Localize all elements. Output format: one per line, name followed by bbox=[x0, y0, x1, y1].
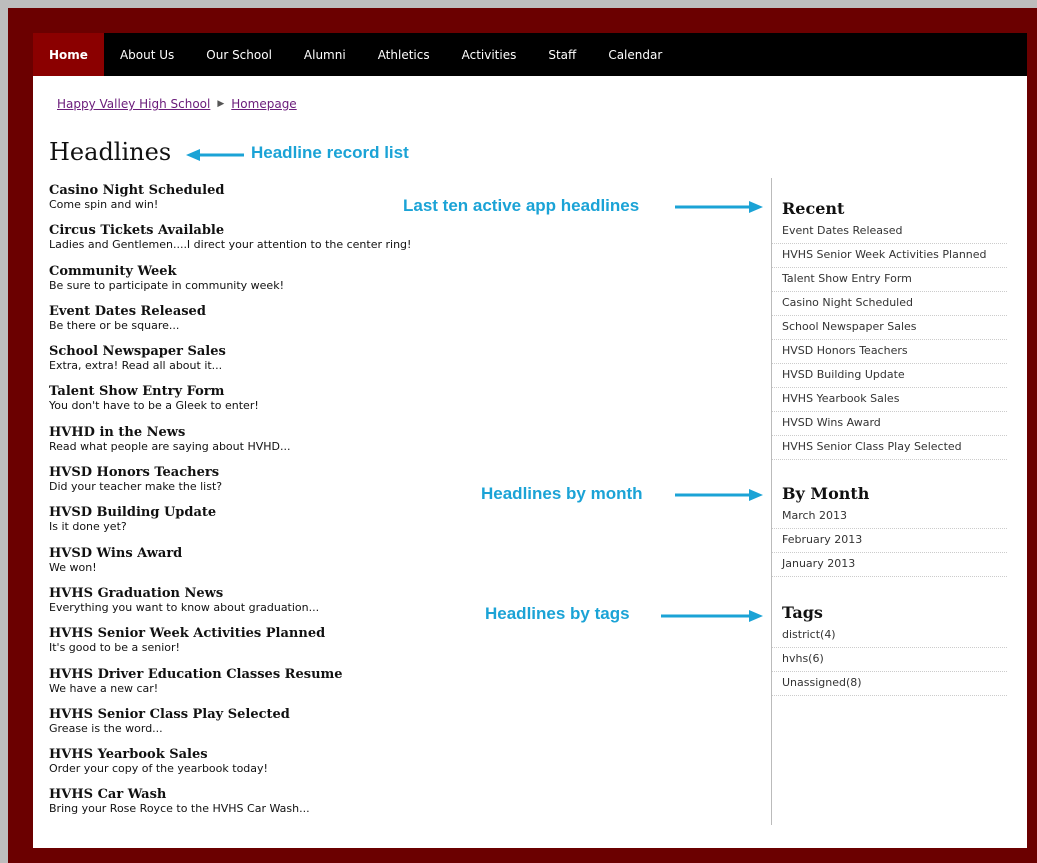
headline-item: HVSD Wins Award We won! bbox=[49, 546, 749, 586]
headline-item: HVHS Yearbook Sales Order your copy of th… bbox=[49, 747, 749, 787]
headline-title[interactable]: HVHS Yearbook Sales bbox=[49, 747, 749, 762]
headline-summary: Did your teacher make the list? bbox=[49, 480, 223, 494]
headline-item: HVSD Building Update Is it done yet? bbox=[49, 505, 749, 545]
annotation-last-ten: Last ten active app headlines bbox=[403, 196, 640, 215]
tag-item[interactable]: hvhs(6) bbox=[772, 648, 1007, 672]
recent-item[interactable]: HVSD Building Update bbox=[772, 364, 1007, 388]
recent-heading: Recent bbox=[782, 199, 845, 218]
headline-item: Event Dates Released Be there or be squar… bbox=[49, 304, 749, 344]
arrow-icon bbox=[661, 610, 763, 622]
nav-item-about-us[interactable]: About Us bbox=[104, 33, 190, 76]
sidebar: Recent Event Dates Released HVHS Senior … bbox=[771, 178, 1007, 825]
headline-summary: Grease is the word... bbox=[49, 721, 163, 735]
headline-item: Casino Night Scheduled Come spin and win! bbox=[49, 183, 749, 223]
recent-item[interactable]: Talent Show Entry Form bbox=[772, 268, 1007, 292]
nav-item-alumni[interactable]: Alumni bbox=[288, 33, 362, 76]
nav-item-home[interactable]: Home bbox=[33, 33, 104, 76]
recent-section: Recent Event Dates Released HVHS Senior … bbox=[772, 199, 1007, 460]
headline-item: HVSD Honors Teachers Did your teacher mak… bbox=[49, 465, 749, 505]
headline-summary: Extra, extra! Read all about it... bbox=[49, 359, 223, 373]
headline-item: HVHS Senior Week Activities Planned It's … bbox=[49, 626, 749, 666]
page-title: Headlines bbox=[49, 138, 172, 166]
headline-summary: Is it done yet? bbox=[49, 520, 127, 534]
triangle-right-icon: ▶ bbox=[217, 99, 225, 109]
headline-item: HVHS Driver Education Classes Resume We h… bbox=[49, 667, 749, 707]
month-item[interactable]: March 2013 bbox=[772, 505, 1007, 529]
headline-title[interactable]: HVHS Driver Education Classes Resume bbox=[49, 667, 749, 682]
tags-heading: Tags bbox=[782, 603, 823, 622]
headline-summary: Bring your Rose Royce to the HVHS Car Wa… bbox=[49, 802, 310, 816]
nav-item-athletics[interactable]: Athletics bbox=[362, 33, 446, 76]
breadcrumb-link-school[interactable]: Happy Valley High School bbox=[57, 97, 210, 111]
annotation-headline-record-list: Headline record list bbox=[251, 143, 409, 162]
arrow-icon bbox=[675, 201, 763, 213]
headline-item: HVHS Car Wash Bring your Rose Royce to th… bbox=[49, 787, 749, 827]
headline-item: HVHS Senior Class Play Selected Grease is… bbox=[49, 707, 749, 747]
nav-item-activities[interactable]: Activities bbox=[446, 33, 533, 76]
headline-title[interactable]: HVHS Senior Week Activities Planned bbox=[49, 626, 749, 641]
headline-summary: We have a new car! bbox=[49, 681, 159, 695]
page-frame: Home About Us Our School Alumni Athletic… bbox=[8, 8, 1037, 863]
tags-section: Tags district(4) hvhs(6) Unassigned(8) bbox=[772, 603, 1007, 696]
headline-item: Talent Show Entry Form You don't have to … bbox=[49, 384, 749, 424]
annotation-by-month: Headlines by month bbox=[481, 484, 643, 503]
recent-item[interactable]: HVHS Senior Class Play Selected bbox=[772, 436, 1007, 460]
recent-item[interactable]: HVHS Yearbook Sales bbox=[772, 388, 1007, 412]
tag-item[interactable]: district(4) bbox=[772, 624, 1007, 648]
headline-title[interactable]: Community Week bbox=[49, 264, 749, 279]
headline-item: School Newspaper Sales Extra, extra! Read… bbox=[49, 344, 749, 384]
month-item[interactable]: February 2013 bbox=[772, 529, 1007, 553]
headline-summary: Be there or be square... bbox=[49, 318, 180, 332]
headline-summary: Come spin and win! bbox=[49, 198, 159, 211]
recent-item[interactable]: Casino Night Scheduled bbox=[772, 292, 1007, 316]
headline-title[interactable]: HVSD Honors Teachers bbox=[49, 465, 749, 480]
headline-item: HVHS Graduation News Everything you want … bbox=[49, 586, 749, 626]
headline-title[interactable]: HVSD Building Update bbox=[49, 505, 749, 520]
annotation-by-tags: Headlines by tags bbox=[485, 604, 630, 623]
main-nav: Home About Us Our School Alumni Athletic… bbox=[33, 33, 1027, 76]
by-month-section: By Month March 2013 February 2013 Januar… bbox=[772, 484, 1007, 577]
headline-item: HVHD in the News Read what people are say… bbox=[49, 425, 749, 465]
headline-title[interactable]: HVHD in the News bbox=[49, 425, 749, 440]
nav-item-staff[interactable]: Staff bbox=[532, 33, 592, 76]
tag-item[interactable]: Unassigned(8) bbox=[772, 672, 1007, 696]
headline-title[interactable]: Circus Tickets Available bbox=[49, 223, 749, 238]
headline-summary: We won! bbox=[49, 560, 97, 574]
breadcrumb-link-homepage[interactable]: Homepage bbox=[231, 97, 296, 111]
headline-summary: Ladies and Gentlemen....I direct your at… bbox=[49, 238, 412, 252]
headline-title[interactable]: HVHS Graduation News bbox=[49, 586, 749, 601]
breadcrumb: Happy Valley High School ▶ Homepage bbox=[57, 97, 297, 111]
headline-title[interactable]: HVHS Senior Class Play Selected bbox=[49, 707, 749, 722]
headline-title[interactable]: Talent Show Entry Form bbox=[49, 384, 749, 399]
month-item[interactable]: January 2013 bbox=[772, 553, 1007, 577]
headline-summary: It's good to be a senior! bbox=[49, 641, 180, 655]
headline-title[interactable]: School Newspaper Sales bbox=[49, 344, 749, 359]
headline-summary: Order your copy of the yearbook today! bbox=[49, 762, 268, 776]
headline-title[interactable]: Event Dates Released bbox=[49, 304, 749, 319]
arrow-icon bbox=[675, 489, 763, 501]
headline-item: Circus Tickets Available Ladies and Gentl… bbox=[49, 223, 749, 263]
headline-list: Casino Night Scheduled Come spin and win!… bbox=[49, 183, 749, 828]
recent-item[interactable]: School Newspaper Sales bbox=[772, 316, 1007, 340]
headline-title[interactable]: HVSD Wins Award bbox=[49, 546, 749, 561]
headline-title[interactable]: Casino Night Scheduled bbox=[49, 183, 749, 198]
headline-summary: Read what people are saying about HVHD..… bbox=[49, 439, 291, 453]
by-month-heading: By Month bbox=[782, 484, 870, 503]
headline-summary: You don't have to be a Gleek to enter! bbox=[49, 399, 259, 413]
recent-item[interactable]: HVHS Senior Week Activities Planned bbox=[772, 244, 1007, 268]
recent-item[interactable]: HVSD Wins Award bbox=[772, 412, 1007, 436]
recent-item[interactable]: HVSD Honors Teachers bbox=[772, 340, 1007, 364]
arrow-icon bbox=[186, 149, 244, 161]
recent-item[interactable]: Event Dates Released bbox=[772, 220, 1007, 244]
page-content: Home About Us Our School Alumni Athletic… bbox=[33, 33, 1027, 848]
nav-item-calendar[interactable]: Calendar bbox=[592, 33, 678, 76]
headline-item: Community Week Be sure to participate in … bbox=[49, 264, 749, 304]
headline-title[interactable]: HVHS Car Wash bbox=[49, 787, 749, 802]
nav-item-our-school[interactable]: Our School bbox=[190, 33, 288, 76]
headline-summary: Be sure to participate in community week… bbox=[49, 278, 284, 292]
headline-summary: Everything you want to know about gradua… bbox=[49, 600, 320, 614]
